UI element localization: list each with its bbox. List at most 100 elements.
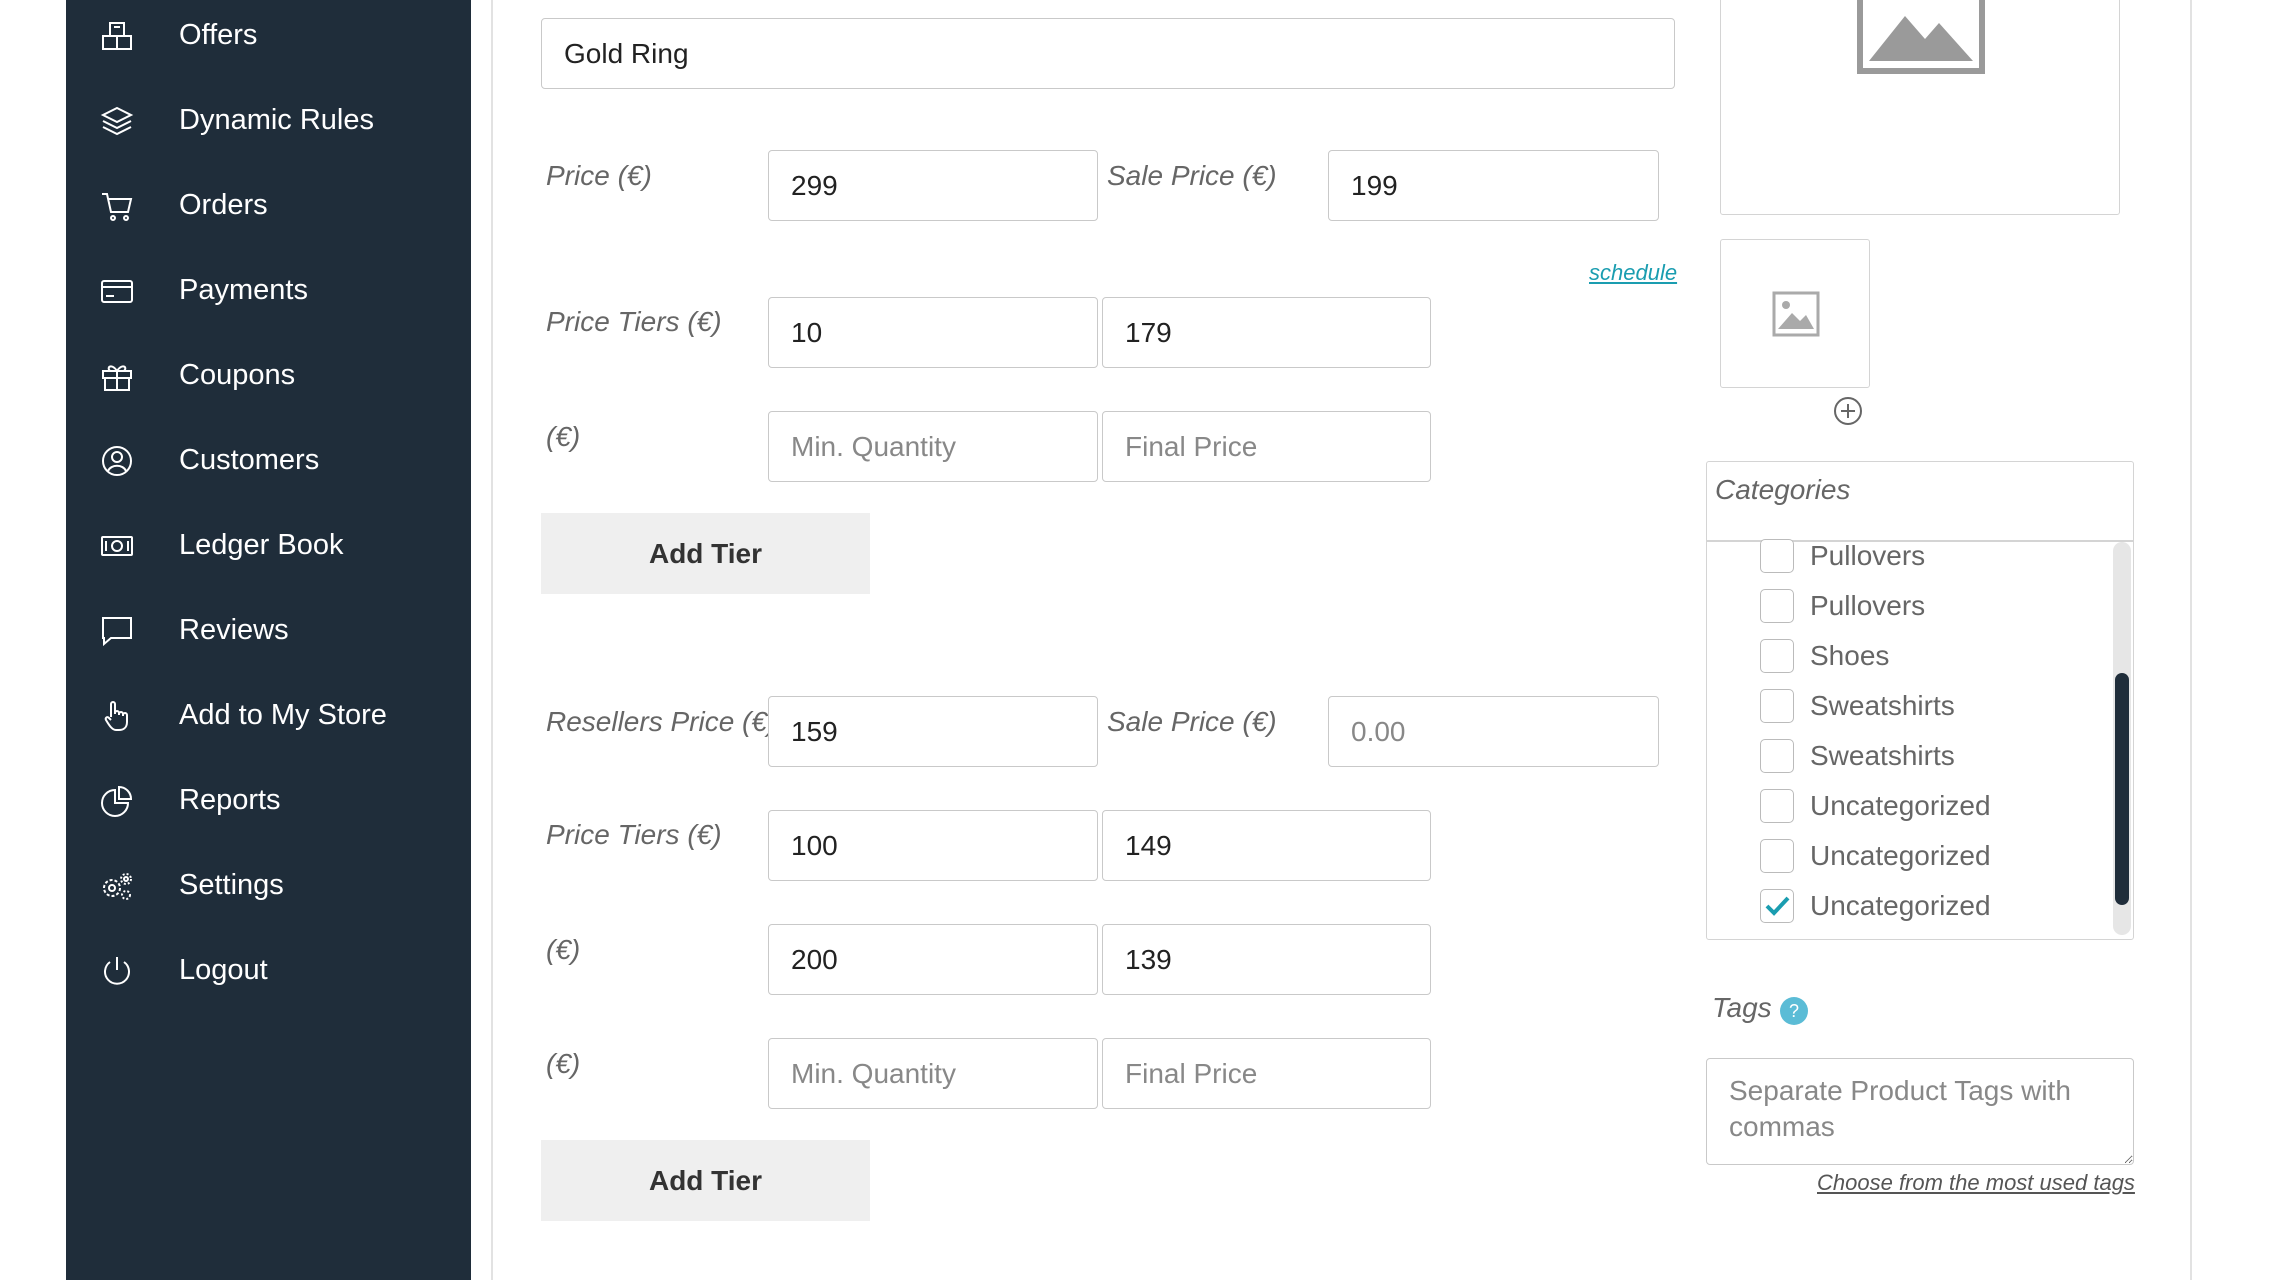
sidebar-item-label: Orders	[179, 189, 268, 221]
resellers-tier-min-quantity-input[interactable]	[768, 924, 1098, 995]
tier-min-quantity-input[interactable]	[768, 297, 1098, 368]
user-circle-icon	[100, 444, 134, 478]
category-item[interactable]: Sweatshirts	[1760, 686, 1955, 726]
resellers-tier-unit-label: (€)	[546, 934, 581, 965]
sidebar-item-orders[interactable]: Orders	[66, 175, 471, 235]
sidebar-item-add-to-my-store[interactable]: Add to My Store	[66, 685, 471, 745]
offers-icon	[100, 19, 134, 53]
resellers-price-label: Resellers Price (€)	[546, 706, 777, 737]
category-item[interactable]: Uncategorized	[1760, 836, 1991, 876]
gears-icon	[100, 869, 134, 903]
category-label: Uncategorized	[1810, 840, 1991, 871]
cart-icon	[100, 189, 134, 223]
resellers-price-tiers-label: Price Tiers (€)	[546, 819, 722, 850]
categories-scrollbar[interactable]	[2113, 542, 2131, 935]
new-tier-final-price-input[interactable]	[1102, 411, 1431, 482]
category-checkbox-checked[interactable]	[1760, 889, 1794, 923]
sidebar-item-payments[interactable]: Payments	[66, 260, 471, 320]
category-checkbox[interactable]	[1760, 639, 1794, 673]
category-checkbox[interactable]	[1760, 689, 1794, 723]
resellers-tier-final-price-input[interactable]	[1102, 924, 1431, 995]
sidebar-item-reviews[interactable]: Reviews	[66, 600, 471, 660]
sidebar-item-coupons[interactable]: Coupons	[66, 345, 471, 405]
money-icon	[100, 529, 134, 563]
sidebar-item-label: Offers	[179, 19, 258, 51]
gift-icon	[100, 359, 134, 393]
content-left-border	[491, 0, 493, 1280]
category-label: Pullovers	[1810, 540, 1926, 571]
category-label: Uncategorized	[1810, 890, 1991, 921]
layers-icon	[100, 104, 134, 138]
chat-bubble-icon	[100, 614, 134, 648]
featured-image[interactable]	[1720, 0, 2120, 215]
category-checkbox[interactable]	[1760, 789, 1794, 823]
sidebar-item-reports[interactable]: Reports	[66, 770, 471, 830]
sidebar-item-offers[interactable]: Offers	[66, 5, 471, 65]
hand-pointer-icon	[100, 699, 134, 733]
category-checkbox[interactable]	[1760, 839, 1794, 873]
most-used-tags-link[interactable]: Choose from the most used tags	[1817, 1170, 2135, 1196]
gallery-image-thumb[interactable]	[1720, 239, 1870, 388]
sale-price-input[interactable]	[1328, 150, 1659, 221]
resellers-add-tier-button[interactable]: Add Tier	[541, 1140, 870, 1221]
power-icon	[100, 954, 134, 988]
category-item[interactable]: Shoes	[1760, 636, 1889, 676]
category-item[interactable]: Sweatshirts	[1760, 736, 1955, 776]
resellers-tier-final-price-input[interactable]	[1102, 810, 1431, 881]
sidebar-item-label: Payments	[179, 274, 308, 306]
sidebar-item-label: Reports	[179, 784, 281, 816]
categories-title: Categories	[1715, 474, 1851, 505]
sidebar-item-label: Dynamic Rules	[179, 104, 374, 136]
sidebar-item-customers[interactable]: Customers	[66, 430, 471, 490]
tier-unit-label: (€)	[546, 421, 581, 452]
category-item[interactable]: Uncategorized	[1760, 886, 1991, 926]
tags-input[interactable]	[1706, 1058, 2134, 1165]
category-checkbox[interactable]	[1760, 539, 1794, 573]
category-label: Sweatshirts	[1810, 690, 1955, 721]
sale-price-label: Sale Price (€)	[1107, 160, 1277, 191]
category-checkbox[interactable]	[1760, 739, 1794, 773]
sidebar-item-logout[interactable]: Logout	[66, 940, 471, 1000]
sidebar-item-label: Coupons	[179, 359, 296, 391]
category-label: Shoes	[1810, 640, 1890, 671]
add-image-icon[interactable]	[1833, 396, 1863, 426]
help-icon[interactable]: ?	[1780, 997, 1808, 1025]
category-label: Pullovers	[1810, 590, 1926, 621]
resellers-sale-price-label: Sale Price (€)	[1107, 706, 1277, 737]
price-input[interactable]	[768, 150, 1098, 221]
image-placeholder-icon	[1857, 0, 1985, 74]
category-label: Uncategorized	[1810, 790, 1991, 821]
sidebar-item-label: Settings	[179, 869, 284, 901]
sidebar-item-ledger-book[interactable]: Ledger Book	[66, 515, 471, 575]
resellers-new-tier-min-quantity-input[interactable]	[768, 1038, 1098, 1109]
checkmark-icon	[1765, 896, 1790, 916]
sidebar-item-label: Reviews	[179, 614, 289, 646]
price-tiers-label: Price Tiers (€)	[546, 306, 722, 337]
product-name-input[interactable]	[541, 18, 1675, 89]
sidebar-item-settings[interactable]: Settings	[66, 855, 471, 915]
resellers-new-tier-final-price-input[interactable]	[1102, 1038, 1431, 1109]
categories-scrollbar-thumb[interactable]	[2115, 673, 2129, 905]
category-item[interactable]: Pullovers	[1760, 536, 1925, 576]
image-placeholder-icon	[1772, 291, 1820, 337]
category-checkbox[interactable]	[1760, 589, 1794, 623]
tags-title: Tags	[1712, 992, 1772, 1023]
sidebar: Offers Dynamic Rules Orders Payments Cou…	[66, 0, 471, 1280]
schedule-link[interactable]: schedule	[1589, 260, 1677, 286]
category-item[interactable]: Pullovers	[1760, 586, 1925, 626]
sidebar-item-dynamic-rules[interactable]: Dynamic Rules	[66, 90, 471, 150]
sidebar-item-label: Logout	[179, 954, 268, 986]
add-tier-button[interactable]: Add Tier	[541, 513, 870, 594]
resellers-sale-price-input[interactable]	[1328, 696, 1659, 767]
new-tier-min-quantity-input[interactable]	[768, 411, 1098, 482]
sidebar-item-label: Customers	[179, 444, 320, 476]
credit-card-icon	[100, 274, 134, 308]
resellers-tier-min-quantity-input[interactable]	[768, 810, 1098, 881]
pie-chart-icon	[100, 784, 134, 818]
content-right-border	[2190, 0, 2192, 1280]
resellers-price-input[interactable]	[768, 696, 1098, 767]
category-item[interactable]: Uncategorized	[1760, 786, 1991, 826]
sidebar-item-label: Add to My Store	[179, 699, 387, 731]
tier-final-price-input[interactable]	[1102, 297, 1431, 368]
sidebar-item-label: Ledger Book	[179, 529, 344, 561]
